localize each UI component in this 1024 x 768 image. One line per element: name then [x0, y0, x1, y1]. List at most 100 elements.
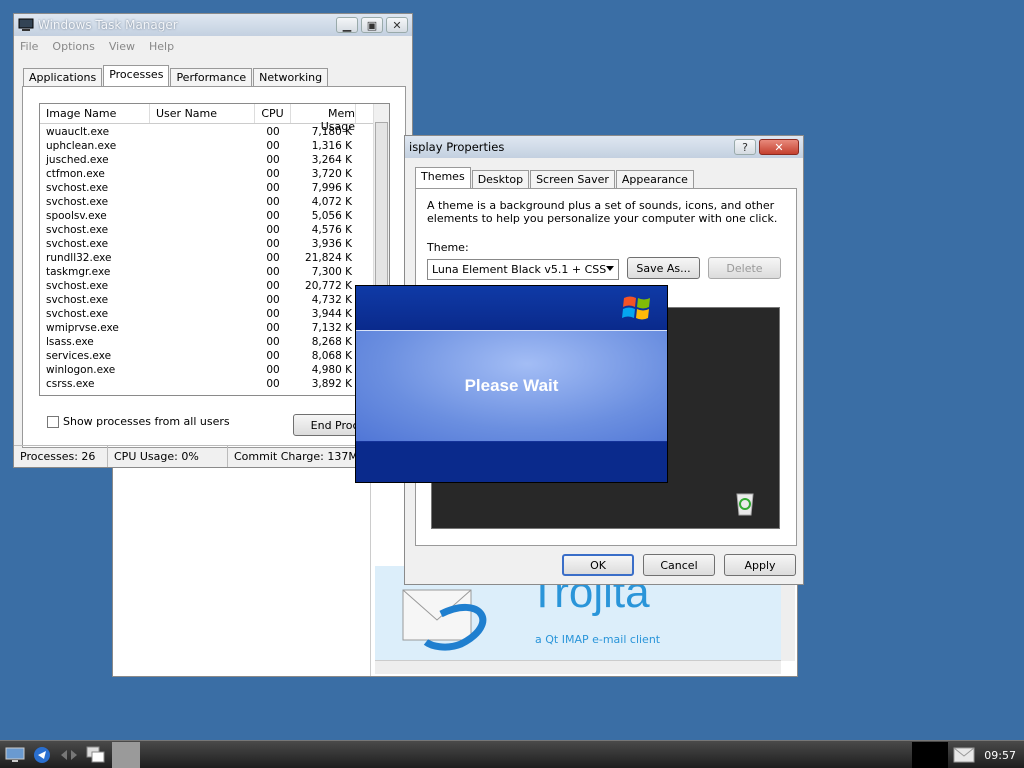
table-row[interactable]: csrss.exe 00 3,892 K [40, 378, 389, 392]
window-title: Windows Task Manager [38, 18, 178, 32]
table-row[interactable]: svchost.exe 00 3,944 K [40, 308, 389, 322]
tray-black-area [912, 742, 949, 768]
process-name: ctfmon.exe [46, 168, 105, 180]
theme-select[interactable]: Luna Element Black v5.1 + CSS [427, 259, 619, 280]
process-user [150, 154, 255, 168]
table-row[interactable]: services.exe 00 8,068 K [40, 350, 389, 364]
process-user [150, 280, 255, 294]
menu-options[interactable]: Options [52, 40, 94, 53]
tab-networking[interactable]: Networking [253, 68, 329, 86]
table-row[interactable]: svchost.exe 00 4,732 K [40, 294, 389, 308]
column-cpu[interactable]: CPU [255, 104, 291, 123]
title-bar[interactable]: isplay Properties ? ✕ [405, 136, 803, 158]
table-row[interactable]: svchost.exe 00 4,072 K [40, 196, 389, 210]
process-user [150, 210, 255, 224]
tab-screen-saver[interactable]: Screen Saver [530, 170, 615, 188]
process-name: svchost.exe [46, 280, 109, 292]
process-mem: 1,316 K [311, 140, 352, 152]
close-button[interactable]: ✕ [759, 139, 799, 155]
table-row[interactable]: taskmgr.exe 00 7,300 K [40, 266, 389, 280]
show-all-users-option[interactable]: Show processes from all users [47, 415, 230, 428]
help-button[interactable]: ? [734, 139, 756, 155]
column-mem-usage[interactable]: Mem Usage [291, 104, 356, 133]
process-user [150, 252, 255, 266]
close-button[interactable]: ✕ [386, 17, 408, 33]
process-cpu: 00 [266, 210, 280, 222]
show-desktop-icon[interactable] [3, 744, 27, 766]
tab-themes[interactable]: Themes [415, 167, 471, 188]
process-name: wuauclt.exe [46, 126, 110, 138]
menu-file[interactable]: File [20, 40, 38, 53]
table-row[interactable]: spoolsv.exe 00 5,056 K [40, 210, 389, 224]
show-all-users-checkbox[interactable] [47, 415, 59, 428]
process-name: svchost.exe [46, 224, 109, 236]
process-user [150, 126, 255, 140]
table-row[interactable]: wuauclt.exe 00 7,180 K [40, 126, 389, 140]
process-cpu: 00 [266, 238, 280, 250]
table-row[interactable]: wmiprvse.exe 00 7,132 K [40, 322, 389, 336]
process-list[interactable]: Image Name User Name CPU Mem Usage wuauc… [39, 103, 390, 396]
vertical-scrollbar[interactable] [781, 581, 795, 661]
process-user [150, 294, 255, 308]
task-manager-window[interactable]: Windows Task Manager ▁ ▣ ✕ File Options … [13, 13, 413, 468]
table-row[interactable]: svchost.exe 00 4,576 K [40, 224, 389, 238]
menu-view[interactable]: View [109, 40, 135, 53]
process-mem: 3,944 K [311, 308, 352, 320]
taskbar-button[interactable] [112, 741, 140, 768]
tab-desktop[interactable]: Desktop [471, 170, 530, 188]
table-row[interactable]: svchost.exe 00 7,996 K [40, 182, 389, 196]
process-user [150, 196, 255, 210]
process-cpu: 00 [266, 294, 280, 306]
process-mem: 8,068 K [311, 350, 352, 362]
process-name: csrss.exe [46, 378, 95, 390]
tab-strip: Themes Desktop Screen Saver Appearance [415, 167, 695, 188]
process-mem: 3,892 K [311, 378, 352, 390]
table-row[interactable]: winlogon.exe 00 4,980 K [40, 364, 389, 378]
table-row[interactable]: jusched.exe 00 3,264 K [40, 154, 389, 168]
scrollbar-thumb[interactable] [375, 122, 388, 292]
table-row[interactable]: uphclean.exe 00 1,316 K [40, 140, 389, 154]
process-mem: 4,072 K [311, 196, 352, 208]
mail-icon[interactable] [952, 744, 976, 766]
delete-button[interactable]: Delete [708, 257, 781, 279]
table-row[interactable]: rundll32.exe 00 21,824 K [40, 252, 389, 266]
process-cpu: 00 [266, 322, 280, 334]
column-image-name[interactable]: Image Name [40, 104, 150, 123]
computer-icon [18, 18, 34, 31]
table-row[interactable]: ctfmon.exe 00 3,720 K [40, 168, 389, 182]
browser-icon[interactable] [30, 744, 54, 766]
status-processes: Processes: 26 [14, 446, 108, 467]
menu-help[interactable]: Help [149, 40, 174, 53]
ok-button[interactable]: OK [562, 554, 634, 576]
status-bar: Processes: 26 CPU Usage: 0% Commit Charg… [14, 445, 412, 467]
window-title: isplay Properties [409, 140, 505, 154]
cancel-button[interactable]: Cancel [643, 554, 715, 576]
maximize-button[interactable]: ▣ [361, 17, 383, 33]
windows-logo-icon [622, 296, 650, 320]
process-user [150, 322, 255, 336]
title-bar[interactable]: Windows Task Manager ▁ ▣ ✕ [14, 14, 412, 36]
process-cpu: 00 [266, 280, 280, 292]
table-row[interactable]: lsass.exe 00 8,268 K [40, 336, 389, 350]
tab-processes[interactable]: Processes [103, 65, 170, 86]
process-user [150, 224, 255, 238]
process-user [150, 350, 255, 364]
navigation-arrows-icon[interactable] [57, 744, 81, 766]
horizontal-scrollbar[interactable] [375, 660, 781, 674]
tab-applications[interactable]: Applications [23, 68, 103, 86]
table-row[interactable]: svchost.exe 00 20,772 K [40, 280, 389, 294]
show-all-users-label: Show processes from all users [63, 415, 230, 428]
table-row[interactable]: svchost.exe 00 3,936 K [40, 238, 389, 252]
minimize-button[interactable]: ▁ [336, 17, 358, 33]
switch-windows-icon[interactable] [84, 744, 108, 766]
column-user-name[interactable]: User Name [150, 104, 255, 123]
process-mem: 4,980 K [311, 364, 352, 376]
tab-performance[interactable]: Performance [170, 68, 253, 86]
apply-button[interactable]: Apply [724, 554, 796, 576]
tab-appearance[interactable]: Appearance [615, 170, 694, 188]
save-as-button[interactable]: Save As... [627, 257, 700, 279]
process-rows: wuauclt.exe 00 7,180 K uphclean.exe 00 1,316 … [40, 124, 389, 392]
taskbar: 09:57 [0, 740, 1024, 768]
process-name: wmiprvse.exe [46, 322, 119, 334]
please-wait-text: Please Wait [464, 376, 559, 395]
